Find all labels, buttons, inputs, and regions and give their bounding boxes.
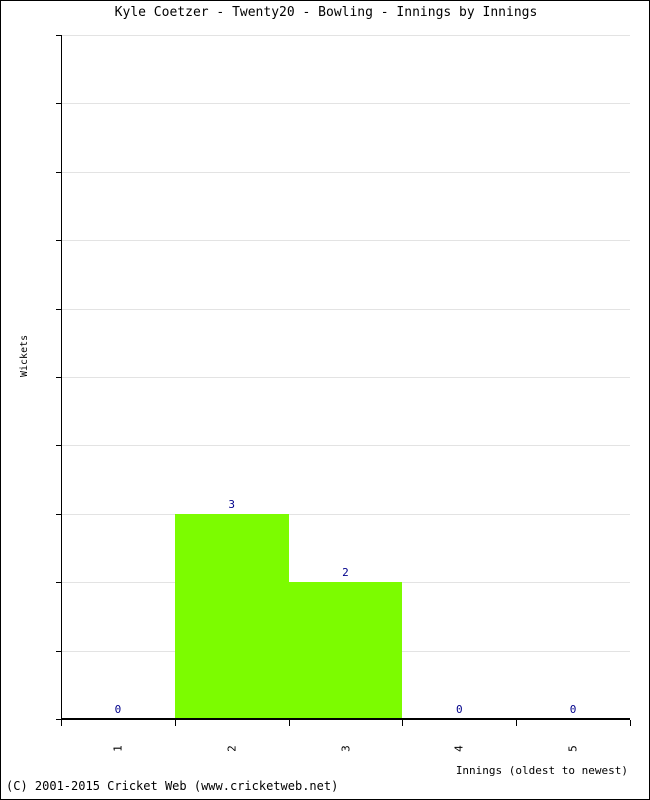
gridline	[61, 171, 630, 173]
gridline	[61, 445, 630, 447]
y-tick-mark	[56, 240, 61, 242]
gridline	[61, 513, 630, 515]
x-tick-label: 1	[111, 745, 125, 752]
bar	[288, 582, 403, 719]
x-tick-mark	[174, 720, 176, 726]
y-tick-mark	[56, 35, 61, 36]
bar-value-label: 0	[455, 703, 463, 716]
gridline	[61, 240, 630, 242]
bar-value-label: 2	[342, 566, 349, 580]
chart-page: Kyle Coetzer - Twenty20 - Bowling - Inni…	[0, 0, 650, 800]
plot-area: 03200 012345678910 12345	[56, 35, 631, 752]
x-tick-label: 2	[225, 745, 239, 752]
y-tick-mark	[56, 513, 61, 515]
gridline	[61, 103, 630, 105]
x-tick-label: 3	[339, 745, 352, 752]
x-axis-title: Innings (oldest to newest)	[455, 764, 628, 777]
x-tick-label: 4	[452, 745, 466, 752]
y-tick-mark	[56, 650, 61, 652]
x-axis-line	[61, 718, 630, 720]
y-axis-line	[61, 35, 62, 720]
x-tick-mark	[516, 720, 518, 726]
x-tick-label: 5	[566, 745, 580, 752]
y-tick-mark	[56, 377, 61, 378]
y-tick-mark	[56, 103, 61, 105]
gridline	[61, 35, 630, 36]
bar-value-label: 3	[228, 497, 235, 511]
bar-value-label: 0	[114, 703, 122, 716]
bar	[174, 513, 289, 719]
gridline	[61, 308, 630, 310]
y-axis-title: Wickets	[19, 334, 30, 377]
y-tick-mark	[56, 445, 61, 447]
x-tick-mark	[630, 720, 631, 726]
bar-value-label: 0	[569, 703, 577, 716]
x-tick-mark	[402, 720, 404, 726]
x-tick-mark	[288, 720, 290, 726]
gridline	[61, 377, 630, 378]
y-tick-mark	[56, 308, 61, 310]
y-tick-mark	[56, 582, 61, 584]
copyright-footer: (C) 2001-2015 Cricket Web (www.cricketwe…	[6, 779, 339, 793]
x-tick-mark	[61, 720, 62, 726]
y-tick-mark	[56, 171, 61, 173]
page-title: Kyle Coetzer - Twenty20 - Bowling - Inni…	[114, 5, 538, 20]
